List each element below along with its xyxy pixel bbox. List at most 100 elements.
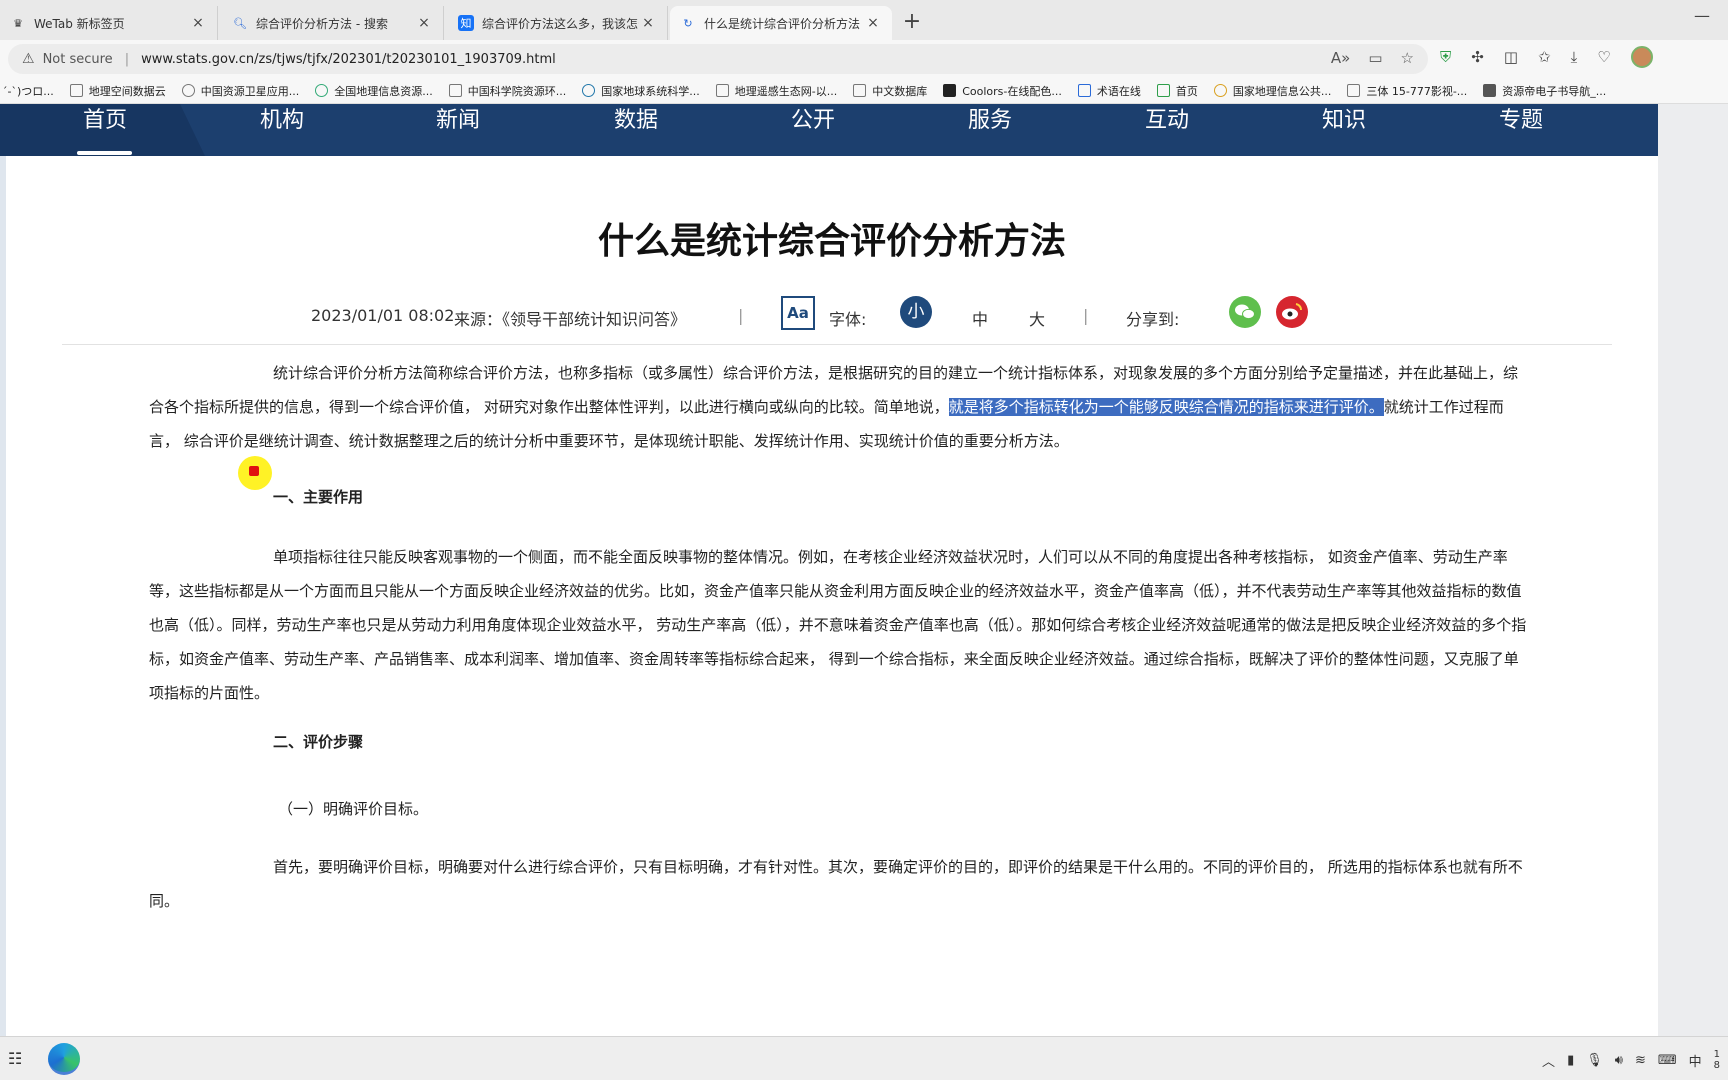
bookmark-item[interactable]: 术语在线 bbox=[1077, 83, 1141, 99]
bookmark-item[interactable]: 中国科学院资源环... bbox=[448, 83, 566, 99]
share-label: 分享到: bbox=[1126, 310, 1180, 329]
read-aloud-icon[interactable]: A» bbox=[1331, 49, 1350, 67]
font-small-button[interactable]: 小 bbox=[900, 296, 932, 328]
mouse-cursor-highlight bbox=[238, 456, 272, 490]
wetab-icon: ♛ bbox=[13, 16, 23, 30]
extension-shield-icon[interactable]: ⛨ bbox=[1440, 48, 1451, 66]
not-secure-label[interactable]: Not secure bbox=[43, 52, 113, 67]
nav-item-data[interactable]: 数据 bbox=[591, 104, 681, 156]
article: 什么是统计综合评价分析方法 2023/01/01 08:02 来源：《领导干部统… bbox=[6, 156, 1658, 1036]
loading-icon: ↻ bbox=[683, 16, 693, 30]
paragraph-main-role: 单项指标往往只能反映客观事物的一个侧面，而不能全面反映事物的整体情况。例如，在考… bbox=[149, 548, 1527, 702]
nav-item-services[interactable]: 服务 bbox=[945, 104, 1035, 156]
font-size-label: 字体: bbox=[829, 310, 867, 329]
collections-icon[interactable]: ♡ bbox=[1597, 48, 1610, 66]
system-tray: ︿ ▮ 🎙︎ 🔊︎ ≋ ⌨ 中 18 bbox=[1542, 1049, 1720, 1071]
paragraph-intro: 统计综合评价分析方法简称综合评价方法，也称多指标（或多属性）综合评价方法，是根据… bbox=[149, 364, 1519, 450]
tab-title: 什么是统计综合评价分析方法 - 国 bbox=[704, 16, 864, 31]
globe-icon bbox=[315, 84, 329, 97]
wechat-share-icon[interactable] bbox=[1229, 296, 1261, 328]
ime-indicator[interactable]: 中 bbox=[1689, 1051, 1702, 1070]
tab-zhihu[interactable]: 知 综合评价方法这么多，我该怎么选 × bbox=[448, 6, 668, 40]
volume-icon[interactable]: 🔊︎ bbox=[1615, 1053, 1623, 1068]
tab-title: 综合评价方法这么多，我该怎么选 bbox=[482, 16, 639, 31]
tab-title: WeTab 新标签页 bbox=[34, 16, 125, 31]
grid-icon bbox=[1077, 84, 1091, 97]
publish-date: 2023/01/01 08:02 bbox=[311, 306, 455, 325]
article-meta: 2023/01/01 08:02 来源：《领导干部统计知识问答》 | 字体: 中… bbox=[6, 296, 1658, 336]
close-icon[interactable]: × bbox=[864, 15, 882, 31]
bookmark-item[interactable]: 国家地理信息公共... bbox=[1213, 83, 1331, 99]
minimize-icon[interactable]: — bbox=[1694, 6, 1710, 25]
edge-browser-icon[interactable] bbox=[48, 1043, 80, 1075]
bookmark-item[interactable]: Coolors-在线配色... bbox=[943, 83, 1062, 99]
subsection-heading: （一）明确评价目标。 bbox=[278, 800, 429, 818]
nav-item-public[interactable]: 公开 bbox=[768, 104, 858, 156]
task-view-icon[interactable]: ☷ bbox=[8, 1049, 22, 1068]
favorites-icon[interactable]: ✩ bbox=[1538, 48, 1551, 66]
article-title: 什么是统计综合评价分析方法 bbox=[597, 221, 1066, 262]
bookmark-item[interactable]: 首页 bbox=[1156, 83, 1198, 99]
extensions-icon[interactable]: ✣ bbox=[1471, 48, 1484, 66]
weibo-share-icon[interactable] bbox=[1276, 296, 1308, 328]
keyboard-icon[interactable]: ⌨ bbox=[1658, 1053, 1677, 1068]
selected-text[interactable]: 就是将多个指标转化为一个能够反映综合情况的指标来进行评价。 bbox=[948, 398, 1384, 416]
font-toggle-button[interactable]: Aa bbox=[781, 296, 815, 330]
page-icon bbox=[181, 84, 195, 97]
page-icon bbox=[1347, 84, 1361, 97]
page-icon bbox=[853, 84, 867, 97]
microphone-icon[interactable]: 🎙︎ bbox=[1586, 1053, 1603, 1068]
close-icon[interactable]: × bbox=[415, 15, 433, 31]
close-icon[interactable]: × bbox=[639, 15, 657, 31]
bookmark-item[interactable]: 国家地球系统科学... bbox=[582, 83, 700, 99]
tab-search[interactable]: 🔍︎ 综合评价分析方法 - 搜索 × bbox=[222, 6, 444, 40]
font-medium-button[interactable]: 中 bbox=[972, 306, 988, 330]
nav-item-topics[interactable]: 专题 bbox=[1476, 104, 1566, 156]
new-tab-button[interactable]: + bbox=[898, 8, 926, 36]
reader-mode-icon[interactable]: ▭ bbox=[1368, 49, 1382, 67]
bookmark-item[interactable]: 中国资源卫星应用... bbox=[181, 83, 299, 99]
nav-item-knowledge[interactable]: 知识 bbox=[1299, 104, 1389, 156]
page-icon bbox=[69, 84, 83, 97]
nav-item-institutions[interactable]: 机构 bbox=[237, 104, 327, 156]
taskbar: ☷ ︿ ▮ 🎙︎ 🔊︎ ≋ ⌨ 中 18 bbox=[0, 1036, 1728, 1080]
bookmark-item[interactable]: 地理空间数据云 bbox=[69, 83, 166, 99]
cat-icon bbox=[943, 84, 957, 97]
bookmark-item[interactable]: 中文数据库 bbox=[853, 83, 927, 99]
tab-wetab[interactable]: ♛ WeTab 新标签页 × bbox=[0, 6, 218, 40]
divider: | bbox=[1083, 306, 1089, 325]
bookmark-item[interactable]: 三体 15-777影视-... bbox=[1347, 83, 1467, 99]
bookmark-item[interactable]: ˊ-ˋ)つロ... bbox=[2, 83, 54, 99]
source-text: 来源：《领导干部统计知识问答》 bbox=[454, 310, 687, 329]
downloads-icon[interactable]: ⤓ bbox=[1571, 48, 1578, 66]
chevron-up-icon[interactable]: ︿ bbox=[1542, 1051, 1555, 1070]
tab-title: 综合评价分析方法 - 搜索 bbox=[256, 16, 388, 31]
toolbar-icons: ⛨ ✣ ◫ ✩ ⤓ ♡ bbox=[1440, 46, 1653, 68]
bookmark-item[interactable]: 地理遥感生态网-以... bbox=[715, 83, 837, 99]
bookmark-item[interactable]: 资源帝电子书导航_... bbox=[1483, 83, 1606, 99]
wifi-icon[interactable]: ≋ bbox=[1635, 1053, 1646, 1068]
font-large-button[interactable]: 大 bbox=[1029, 306, 1045, 330]
url-text[interactable]: www.stats.gov.cn/zs/tjws/tjfx/202301/t20… bbox=[141, 52, 556, 67]
nav-item-home[interactable]: 首页 bbox=[60, 104, 150, 156]
nav-item-news[interactable]: 新闻 bbox=[413, 104, 503, 156]
paragraph-step-one: 首先，要明确评价目标，明确要对什么进行综合评价，只有目标明确，才有针对性。其次，… bbox=[149, 858, 1523, 910]
split-screen-icon[interactable]: ◫ bbox=[1504, 48, 1518, 66]
home-icon bbox=[1156, 84, 1170, 97]
page-icon bbox=[448, 84, 462, 97]
close-icon[interactable]: × bbox=[189, 15, 207, 31]
usb-icon[interactable]: ▮ bbox=[1567, 1053, 1574, 1068]
address-bar[interactable]: ⚠ Not secure | www.stats.gov.cn/zs/tjws/… bbox=[8, 44, 1428, 74]
nav-item-interact[interactable]: 互动 bbox=[1122, 104, 1212, 156]
clock[interactable]: 18 bbox=[1714, 1049, 1720, 1071]
site-nav: 首页 机构 新闻 数据 公开 服务 互动 知识 专题 bbox=[0, 104, 1658, 156]
meta-divider bbox=[62, 344, 1612, 345]
avatar[interactable] bbox=[1630, 46, 1653, 68]
tab-stats-active[interactable]: ↻ 什么是统计综合评价分析方法 - 国 × bbox=[670, 6, 892, 40]
bookmark-item[interactable]: 全国地理信息资源... bbox=[315, 83, 433, 99]
divider: | bbox=[738, 306, 744, 325]
warning-icon: ⚠ bbox=[22, 51, 35, 67]
tab-strip: ♛ WeTab 新标签页 × 🔍︎ 综合评价分析方法 - 搜索 × 知 综合评价… bbox=[0, 0, 1728, 40]
nav-active-underline bbox=[77, 151, 132, 155]
favorite-star-icon[interactable]: ☆ bbox=[1401, 49, 1414, 67]
